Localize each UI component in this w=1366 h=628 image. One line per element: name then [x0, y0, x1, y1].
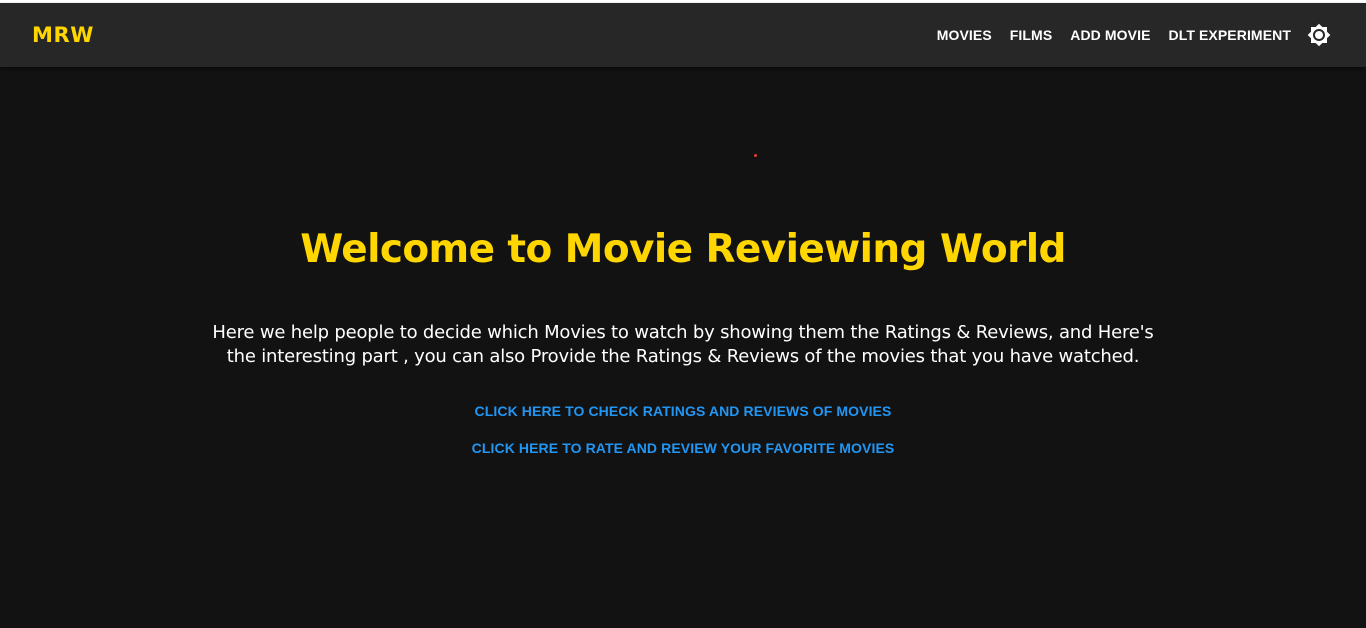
cta-row-check: CLICK HERE TO CHECK RATINGS AND REVIEWS …: [0, 403, 1366, 419]
nav-link-films[interactable]: FILMS: [1001, 21, 1062, 49]
nav-link-movies[interactable]: MOVIES: [928, 21, 1001, 49]
hero-description-line-2: the interesting part , you can also Prov…: [226, 346, 1140, 367]
brand-logo[interactable]: MRW: [32, 23, 94, 47]
nav-links: MOVIES FILMS ADD MOVIE DLT EXPERIMENT: [928, 20, 1334, 50]
top-navbar: MRW MOVIES FILMS ADD MOVIE DLT EXPERIMEN…: [0, 3, 1366, 67]
rate-review-link[interactable]: CLICK HERE TO RATE AND REVIEW YOUR FAVOR…: [472, 440, 895, 456]
hero-section: Welcome to Movie Reviewing World Here we…: [0, 3, 1366, 628]
hero-title: Welcome to Movie Reviewing World: [300, 227, 1066, 272]
brightness-icon: [1307, 23, 1331, 47]
cta-row-rate: CLICK HERE TO RATE AND REVIEW YOUR FAVOR…: [0, 440, 1366, 456]
theme-toggle-button[interactable]: [1304, 20, 1334, 50]
nav-link-add-movie[interactable]: ADD MOVIE: [1061, 21, 1159, 49]
nav-link-dlt-experiment[interactable]: DLT EXPERIMENT: [1160, 21, 1300, 49]
decorative-dot: [754, 154, 757, 157]
check-ratings-link[interactable]: CLICK HERE TO CHECK RATINGS AND REVIEWS …: [475, 403, 892, 419]
hero-description: Here we help people to decide which Movi…: [183, 321, 1183, 369]
app-root: Welcome to Movie Reviewing World Here we…: [0, 3, 1366, 628]
hero-description-line-1: Here we help people to decide which Movi…: [212, 322, 1154, 343]
